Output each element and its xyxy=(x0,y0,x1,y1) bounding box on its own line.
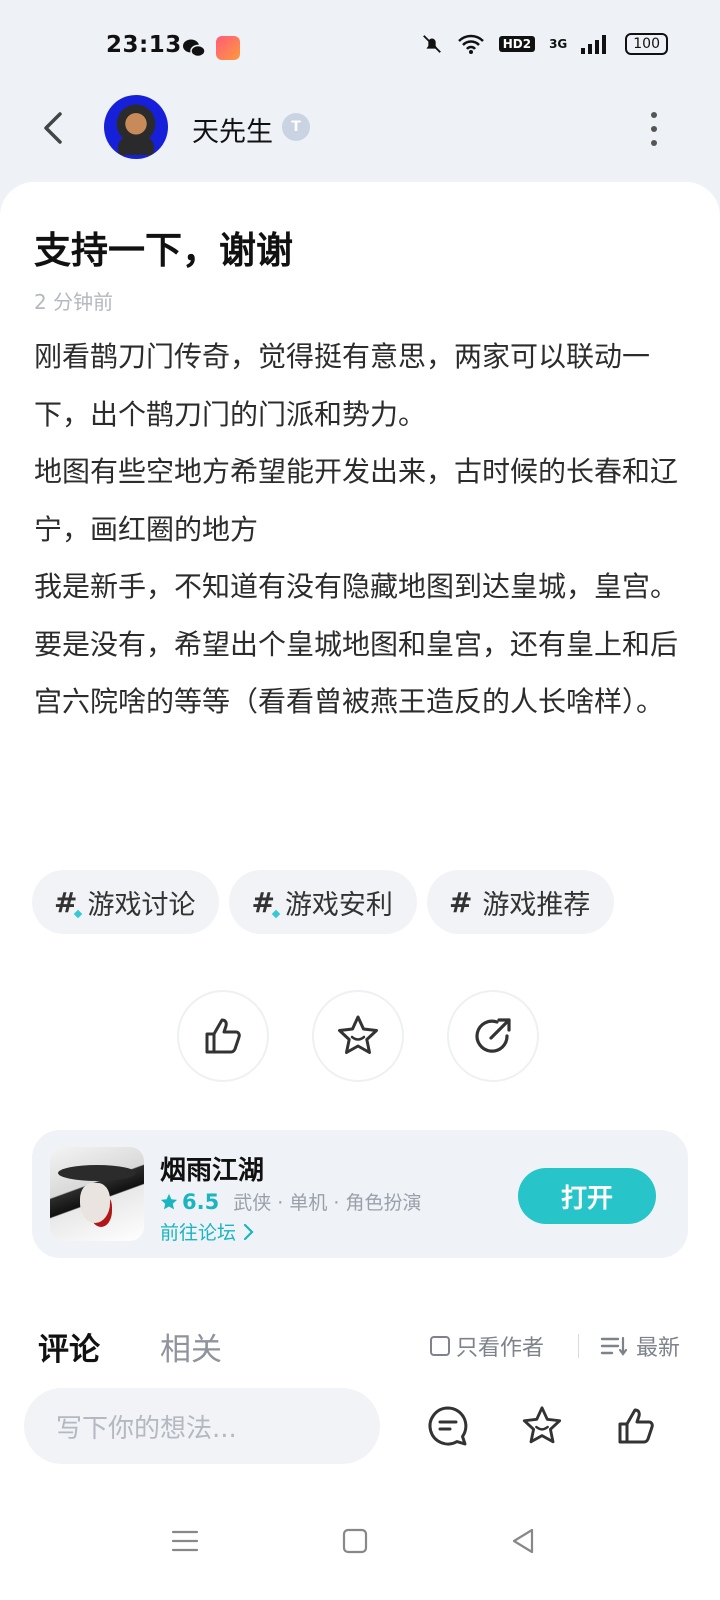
tag-label: 游戏安利 xyxy=(284,889,393,921)
hashtag-icon: # xyxy=(54,885,78,919)
post-body: 刚看鹊刀门传奇，觉得挺有意思，两家可以联动一下，出个鹊刀门的门派和势力。 地图有… xyxy=(34,328,684,731)
thumbs-up-icon[interactable] xyxy=(614,1404,658,1448)
comment-tabs: 评论 相关 只看作者 最新 xyxy=(0,1296,720,1370)
signal-icon xyxy=(581,35,607,54)
post-paragraph: 我是新手，不知道有没有隐藏地图到达皇城，皇宫。 xyxy=(34,570,679,603)
forum-link[interactable]: 前往论坛 xyxy=(160,1218,254,1245)
game-rating-value: 6.5 xyxy=(182,1189,220,1214)
comment-input[interactable]: 写下你的想法... xyxy=(24,1388,380,1464)
tag-label: 游戏推荐 xyxy=(482,889,591,921)
share-icon xyxy=(475,1018,511,1053)
only-author-label: 只看作者 xyxy=(456,1336,545,1361)
network-3g: 3G xyxy=(549,37,568,51)
tag-list: # 游戏讨论 # 游戏安利 # 游戏推荐 xyxy=(32,870,615,934)
star-filled-icon xyxy=(160,1193,178,1209)
game-meta: 6.5 武侠 · 单机 · 角色扮演 xyxy=(160,1188,421,1215)
post-title: 支持一下，谢谢 xyxy=(34,229,293,272)
game-card[interactable]: 烟雨江湖 6.5 武侠 · 单机 · 角色扮演 前往论坛 打开 xyxy=(32,1130,688,1258)
post-actions xyxy=(177,990,539,1082)
only-author-checkbox[interactable] xyxy=(430,1336,450,1356)
back-arrow-icon[interactable] xyxy=(36,108,76,148)
post-paragraph: 地图有些空地方希望能开发出来，古时候的长春和辽宁，画红圈的地方 xyxy=(34,455,679,546)
username[interactable]: 天先生 xyxy=(192,110,273,149)
tab-comments[interactable]: 评论 xyxy=(38,1324,100,1369)
post-paragraph: 要是没有，希望出个皇城地图和皇宫，还有皇上和后宫六院啥的等等（看看曾被燕王造反的… xyxy=(34,627,679,719)
star-icon xyxy=(338,1015,378,1054)
user-level-badge: T xyxy=(282,113,310,141)
divider xyxy=(578,1334,579,1358)
game-icon[interactable] xyxy=(50,1147,144,1241)
thumbs-up-icon xyxy=(205,1018,241,1054)
post-time: 2 分钟前 xyxy=(34,290,114,314)
battery-indicator: 100 xyxy=(625,33,668,55)
tag-game-recommend[interactable]: # 游戏安利 xyxy=(229,870,417,934)
system-nav-bar xyxy=(0,1490,720,1600)
mute-icon xyxy=(422,35,441,53)
tab-related[interactable]: 相关 xyxy=(160,1324,222,1369)
tag-game-suggest[interactable]: # 游戏推荐 xyxy=(426,870,615,934)
hd-badge: HD2 xyxy=(498,36,536,52)
comment-icon[interactable] xyxy=(426,1404,470,1448)
game-rating: 6.5 xyxy=(160,1190,219,1214)
avatar[interactable] xyxy=(104,95,168,159)
tag-game-discussion[interactable]: # 游戏讨论 xyxy=(32,870,220,934)
star-icon[interactable] xyxy=(520,1404,564,1448)
game-name[interactable]: 烟雨江湖 xyxy=(160,1150,264,1187)
home-icon[interactable] xyxy=(340,1526,370,1556)
share-button[interactable] xyxy=(447,990,539,1082)
menu-icon[interactable] xyxy=(170,1526,200,1556)
bottom-comment-bar: 写下你的想法... xyxy=(0,1370,720,1490)
favorite-button[interactable] xyxy=(312,990,404,1082)
forum-link-label: 前往论坛 xyxy=(160,1222,237,1244)
post-card: 支持一下，谢谢 2 分钟前 刚看鹊刀门传奇，觉得挺有意思，两家可以联动一下，出个… xyxy=(0,182,720,1322)
game-categories: 武侠 · 单机 · 角色扮演 xyxy=(233,1192,422,1214)
tag-label: 游戏讨论 xyxy=(87,889,196,921)
sort-label: 最新 xyxy=(636,1336,681,1361)
only-author-toggle[interactable]: 只看作者 xyxy=(430,1330,544,1362)
post-paragraph: 刚看鹊刀门传奇，觉得挺有意思，两家可以联动一下，出个鹊刀门的门派和势力。 xyxy=(34,340,651,431)
back-icon[interactable] xyxy=(508,1526,538,1556)
more-options-icon[interactable] xyxy=(644,112,664,146)
like-button[interactable] xyxy=(177,990,269,1082)
app-icon xyxy=(216,36,240,60)
hashtag-icon: # xyxy=(251,885,275,919)
open-game-button[interactable]: 打开 xyxy=(518,1168,656,1224)
wechat-icon xyxy=(183,39,206,58)
hashtag-icon: # xyxy=(448,885,473,919)
status-bar: 23:13 HD2 3G 100 xyxy=(0,0,720,90)
wifi-icon xyxy=(457,34,484,54)
sort-icon xyxy=(600,1336,628,1356)
status-time: 23:13 xyxy=(106,32,182,58)
sort-toggle[interactable]: 最新 xyxy=(600,1330,680,1362)
top-bar: 天先生 T xyxy=(0,90,720,180)
chevron-right-icon xyxy=(243,1223,254,1240)
